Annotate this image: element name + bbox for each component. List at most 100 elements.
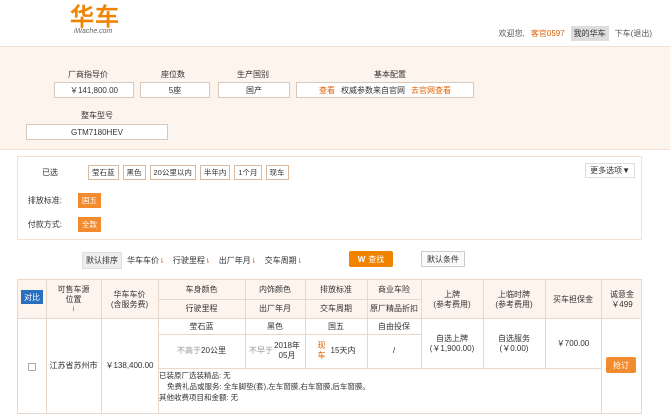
col-header-body-color: 车身颜色 bbox=[185, 284, 218, 294]
row-accessories: / bbox=[392, 346, 396, 355]
row-factory-date: 不早于 2018年05月 bbox=[245, 334, 305, 368]
sincerity-value: ￥499 bbox=[611, 299, 633, 309]
row-delivery: 现车 15天内 bbox=[305, 334, 367, 368]
sort-default[interactable]: 默认排序 bbox=[82, 252, 122, 269]
col-header-plate-sub: (参考费用) bbox=[433, 299, 471, 309]
payment-label: 付款方式: bbox=[27, 220, 62, 229]
row-deposit: ￥700.00 bbox=[556, 338, 590, 348]
reset-conditions-button[interactable]: 默认条件 bbox=[421, 251, 465, 267]
col-header-insurance: 商业车险 bbox=[378, 284, 410, 294]
row-mileage: 不高于 20公里 bbox=[158, 334, 245, 368]
col-header-temp-plate-sub: (参考费用) bbox=[495, 299, 533, 309]
user-link[interactable]: 客官0597 bbox=[531, 28, 565, 39]
row-mileage-value: 20公里 bbox=[201, 346, 226, 355]
filter-tag-factory-date[interactable]: 半年内 bbox=[199, 165, 231, 180]
row-plate-fee: (￥1,900.00) bbox=[429, 343, 475, 353]
col-header-plate-label: 上牌 bbox=[444, 289, 460, 299]
row-interior-color: 黑色 bbox=[267, 321, 283, 331]
row-temp-service: 自选服务 bbox=[498, 333, 530, 343]
config-label: 基本配置 bbox=[374, 70, 406, 79]
emission-tag[interactable]: 国五 bbox=[78, 193, 101, 208]
model-value: GTM7180HEV bbox=[26, 124, 168, 140]
row-extra-accessories: 已装原厂选装精品: 无 bbox=[159, 371, 231, 380]
filter-tag-stock[interactable]: 现车 bbox=[265, 165, 289, 180]
price-value: ￥141,800.00 bbox=[54, 82, 134, 98]
sort-bar: 默认排序 华车车价⇂ 行驶里程⇂ 出厂年月⇂ 交车周期⇂ bbox=[82, 252, 308, 269]
sort-price-label: 华车车价 bbox=[127, 256, 159, 265]
row-price: ￥138,400.00 bbox=[105, 361, 154, 370]
reserve-button[interactable]: 抢订 bbox=[606, 357, 636, 373]
row-date-prefix: 不早于 bbox=[249, 346, 273, 355]
row-mileage-prefix: 不高于 bbox=[177, 346, 202, 355]
my-huache-link[interactable]: 我的华车 bbox=[570, 26, 609, 41]
sort-mileage[interactable]: 行驶里程⇂ bbox=[170, 253, 214, 268]
config-note: 权威参数来自官网 bbox=[341, 85, 405, 95]
search-button-label: 查找 bbox=[368, 254, 385, 264]
logout-link[interactable]: 下车(退出) bbox=[615, 28, 652, 39]
listing-table: 对比 可售车源位置 i 华车车价 (含服务费) 车身颜色 内饰颜色 排放标准 商… bbox=[17, 279, 642, 414]
col-header-interior-color: 内饰颜色 bbox=[259, 284, 291, 294]
col-header-accessories: 原厂精品折扣 bbox=[370, 304, 418, 313]
col-header-plate: 上牌 (参考费用) bbox=[421, 280, 483, 319]
col-header-emission: 排放标准 bbox=[320, 284, 352, 294]
col-header-factory-date: 出厂年月 bbox=[259, 304, 291, 313]
sort-price[interactable]: 华车车价⇂ bbox=[124, 253, 168, 268]
col-header-deposit: 买车担保金 bbox=[553, 294, 593, 304]
col-header-sincerity-label: 诚意金 bbox=[610, 289, 634, 299]
col-header-price-sub: (含服务费) bbox=[110, 299, 149, 309]
origin-label: 生产国别 bbox=[237, 70, 269, 79]
row-date-value: 2018年05月 bbox=[274, 341, 300, 360]
sort-arrow-icon: ⇂ bbox=[250, 258, 257, 265]
row-plate: 自选上牌 (￥1,900.00) bbox=[421, 319, 483, 368]
row-body-color: 莹石蓝 bbox=[189, 321, 214, 331]
site-header: 华车 iWache.com 欢迎您, 客官0597 我的华车 下车(退出) bbox=[0, 0, 670, 46]
logo[interactable]: 华车 iWache.com bbox=[70, 4, 120, 35]
row-select-checkbox[interactable] bbox=[28, 363, 36, 371]
row-temp-fee: (￥0.00) bbox=[499, 343, 529, 353]
col-header-mileage: 行驶里程 bbox=[185, 304, 218, 313]
col-header-location: 可售车源位置 i bbox=[46, 280, 101, 319]
row-insurance: 自由投保 bbox=[378, 321, 410, 331]
filter-panel: 已选 莹石蓝 黑色 20公里以内 半年内 1个月 现车 更多选项▼ 排放标准: … bbox=[17, 156, 642, 240]
compare-button[interactable]: 对比 bbox=[21, 290, 43, 304]
sort-delivery[interactable]: 交车周期⇂ bbox=[262, 253, 306, 268]
sort-arrow-icon: ⇂ bbox=[296, 258, 303, 265]
filter-tag-mileage[interactable]: 20公里以内 bbox=[149, 165, 196, 180]
top-nav: 欢迎您, 客官0597 我的华车 下车(退出) bbox=[499, 26, 652, 41]
config-view-link[interactable]: 查看 bbox=[319, 85, 335, 96]
sort-factory-date-label: 出厂年月 bbox=[218, 256, 251, 265]
col-header-price: 华车车价 (含服务费) bbox=[101, 280, 158, 319]
sort-factory-date[interactable]: 出厂年月⇂ bbox=[216, 253, 260, 268]
col-header-price-label: 华车车价 bbox=[113, 289, 146, 299]
search-logo-icon: W bbox=[357, 254, 366, 264]
row-extra-fees: 其他收费项目和金额: 无 bbox=[159, 393, 239, 402]
row-plate-service: 自选上牌 bbox=[436, 333, 468, 343]
sort-arrow-icon: ⇂ bbox=[159, 258, 165, 265]
row-location: 江苏省苏州市 bbox=[49, 361, 98, 370]
selected-filters-row: 已选 莹石蓝 黑色 20公里以内 半年内 1个月 现车 bbox=[18, 165, 641, 180]
filter-tag-body-color[interactable]: 莹石蓝 bbox=[88, 165, 119, 180]
official-site-link[interactable]: 去官网查看 bbox=[411, 85, 451, 96]
info-icon[interactable]: i bbox=[73, 305, 75, 315]
filter-tag-delivery[interactable]: 1个月 bbox=[234, 165, 262, 180]
row-emission: 国五 bbox=[328, 321, 344, 331]
row-extra-gifts: 免费礼品或服务: 全车脚垫(套),左车窗膜,右车窗膜,后车窗膜。 bbox=[167, 382, 370, 391]
seats-value: 5座 bbox=[140, 82, 210, 98]
filter-tag-interior-color[interactable]: 黑色 bbox=[122, 165, 146, 180]
more-options-dropdown[interactable]: 更多选项▼ bbox=[585, 163, 635, 178]
payment-tag[interactable]: 全款 bbox=[78, 217, 101, 232]
payment-row: 付款方式: 全款 bbox=[18, 217, 641, 232]
row-extra-info: 已装原厂选装精品: 无 免费礼品或服务: 全车脚垫(套),左车窗膜,右车窗膜,后… bbox=[159, 370, 370, 403]
model-label: 整车型号 bbox=[81, 111, 113, 120]
sort-mileage-label: 行驶里程 bbox=[172, 256, 205, 265]
search-button[interactable]: W 查找 bbox=[349, 251, 393, 267]
col-header-temp-plate: 上临时牌 (参考费用) bbox=[483, 280, 545, 319]
col-header-location-label: 可售车源位置 bbox=[57, 284, 90, 304]
emission-row: 排放标准: 国五 bbox=[18, 193, 641, 208]
car-info-panel: 厂商指导价 ￥141,800.00 座位数 5座 生产国别 国产 基本配置 查看… bbox=[0, 46, 670, 150]
sort-delivery-label: 交车周期 bbox=[264, 256, 297, 265]
origin-value: 国产 bbox=[218, 82, 290, 98]
price-label: 厂商指导价 bbox=[68, 70, 108, 79]
logo-text: 华车 bbox=[70, 3, 120, 31]
sort-arrow-icon: ⇂ bbox=[204, 258, 211, 265]
